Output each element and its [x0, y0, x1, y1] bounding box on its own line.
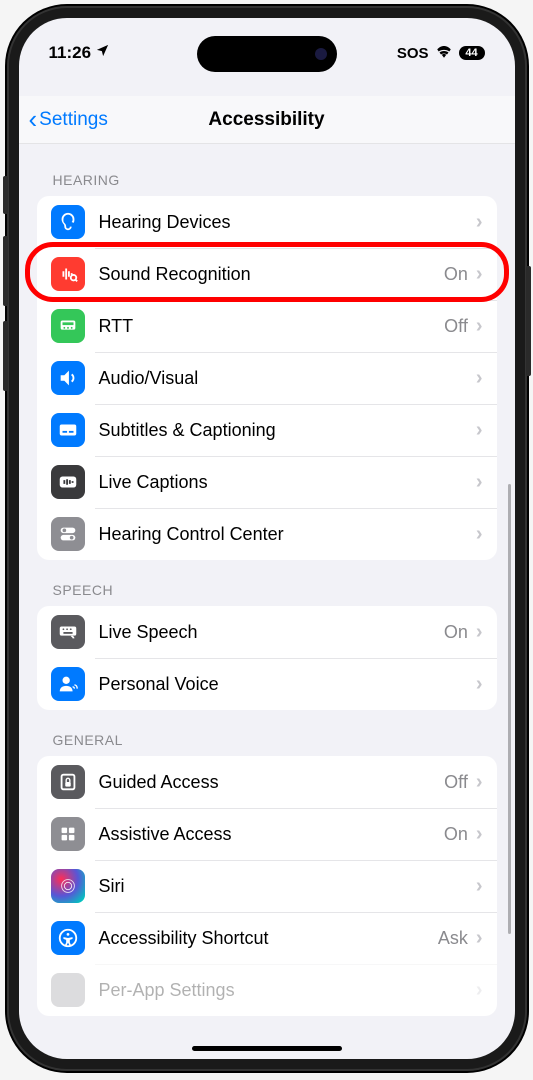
live-captions-icon	[51, 465, 85, 499]
chevron-right-icon: ›	[476, 771, 483, 794]
row-label: Hearing Control Center	[99, 524, 476, 545]
list-speech: Live Speech On › Personal Voice ›	[37, 606, 497, 710]
dynamic-island	[197, 36, 337, 72]
row-sound-recognition[interactable]: Sound Recognition On ›	[37, 248, 497, 300]
apps-icon	[51, 973, 85, 1007]
row-label: Personal Voice	[99, 674, 476, 695]
toggles-icon	[51, 517, 85, 551]
row-label: Accessibility Shortcut	[99, 928, 438, 949]
row-label: Sound Recognition	[99, 264, 444, 285]
phone-frame: 11:26 SOS 44 ‹ Settings Accessibility HE	[7, 6, 527, 1071]
volume-up-button	[3, 236, 8, 306]
keyboard-speech-icon	[51, 615, 85, 649]
row-per-app-settings[interactable]: Per-App Settings ›	[37, 964, 497, 1016]
chevron-right-icon: ›	[476, 471, 483, 494]
volume-down-button	[3, 321, 8, 391]
row-value: Off	[444, 772, 468, 793]
back-label: Settings	[39, 109, 108, 131]
row-rtt[interactable]: RTT Off ›	[37, 300, 497, 352]
row-live-speech[interactable]: Live Speech On ›	[37, 606, 497, 658]
row-value: Ask	[438, 928, 468, 949]
row-assistive-access[interactable]: Assistive Access On ›	[37, 808, 497, 860]
tty-icon	[51, 309, 85, 343]
screen: 11:26 SOS 44 ‹ Settings Accessibility HE	[19, 18, 515, 1059]
page-title: Accessibility	[208, 109, 324, 131]
row-label: Live Captions	[99, 472, 476, 493]
accessibility-icon	[51, 921, 85, 955]
row-label: RTT	[99, 316, 445, 337]
sos-indicator: SOS	[397, 45, 429, 62]
row-label: Audio/Visual	[99, 368, 476, 389]
row-accessibility-shortcut[interactable]: Accessibility Shortcut Ask ›	[37, 912, 497, 964]
chevron-right-icon: ›	[476, 927, 483, 950]
section-header-hearing: HEARING	[53, 172, 497, 188]
chevron-right-icon: ›	[476, 979, 483, 1002]
chevron-right-icon: ›	[476, 621, 483, 644]
location-icon	[95, 43, 110, 63]
row-guided-access[interactable]: Guided Access Off ›	[37, 756, 497, 808]
row-label: Live Speech	[99, 622, 444, 643]
nav-header: ‹ Settings Accessibility	[19, 96, 515, 144]
row-label: Hearing Devices	[99, 212, 476, 233]
chevron-right-icon: ›	[476, 367, 483, 390]
mute-switch	[3, 176, 8, 214]
row-value: Off	[444, 316, 468, 337]
scroll-indicator	[508, 484, 511, 934]
sound-wave-icon	[51, 257, 85, 291]
captions-icon	[51, 413, 85, 447]
row-value: On	[444, 264, 468, 285]
status-left: 11:26	[49, 43, 111, 63]
battery-icon: 44	[459, 46, 485, 60]
row-value: On	[444, 824, 468, 845]
row-personal-voice[interactable]: Personal Voice ›	[37, 658, 497, 710]
row-label: Siri	[99, 876, 476, 897]
chevron-right-icon: ›	[476, 823, 483, 846]
chevron-right-icon: ›	[476, 419, 483, 442]
row-label: Subtitles & Captioning	[99, 420, 476, 441]
row-label: Guided Access	[99, 772, 445, 793]
person-voice-icon	[51, 667, 85, 701]
back-button[interactable]: ‹ Settings	[29, 104, 108, 135]
chevron-right-icon: ›	[476, 263, 483, 286]
row-audio-visual[interactable]: Audio/Visual ›	[37, 352, 497, 404]
chevron-right-icon: ›	[476, 211, 483, 234]
row-hearing-devices[interactable]: Hearing Devices ›	[37, 196, 497, 248]
row-label: Assistive Access	[99, 824, 444, 845]
chevron-right-icon: ›	[476, 523, 483, 546]
siri-icon	[51, 869, 85, 903]
chevron-right-icon: ›	[476, 875, 483, 898]
section-header-speech: SPEECH	[53, 582, 497, 598]
power-button	[526, 266, 531, 376]
wifi-icon	[435, 44, 453, 62]
ear-icon	[51, 205, 85, 239]
grid-icon	[51, 817, 85, 851]
chevron-right-icon: ›	[476, 673, 483, 696]
list-general: Guided Access Off › Assistive Access On …	[37, 756, 497, 1016]
section-header-general: GENERAL	[53, 732, 497, 748]
chevron-right-icon: ›	[476, 315, 483, 338]
list-hearing: Hearing Devices › Sound Recognition On ›…	[37, 196, 497, 560]
row-subtitles[interactable]: Subtitles & Captioning ›	[37, 404, 497, 456]
status-right: SOS 44	[397, 44, 485, 62]
lock-frame-icon	[51, 765, 85, 799]
home-indicator[interactable]	[192, 1046, 342, 1051]
row-hearing-control-center[interactable]: Hearing Control Center ›	[37, 508, 497, 560]
content-scroll[interactable]: HEARING Hearing Devices › Sound Recognit…	[19, 144, 515, 1059]
row-siri[interactable]: Siri ›	[37, 860, 497, 912]
speaker-icon	[51, 361, 85, 395]
status-time: 11:26	[49, 43, 92, 63]
row-live-captions[interactable]: Live Captions ›	[37, 456, 497, 508]
row-value: On	[444, 622, 468, 643]
row-label: Per-App Settings	[99, 980, 476, 1001]
chevron-left-icon: ‹	[29, 104, 38, 135]
